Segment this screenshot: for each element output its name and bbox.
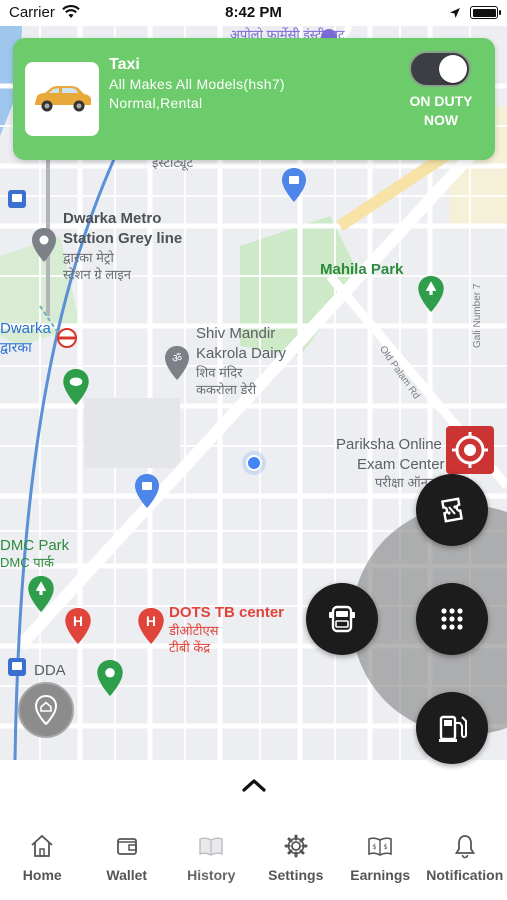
vehicle-type: Taxi <box>109 56 140 73</box>
tab-home[interactable]: Home <box>0 822 85 900</box>
home-pin-icon <box>34 695 58 725</box>
fuel-button[interactable] <box>416 692 488 764</box>
map-label-dmc-park-hi: DMC पार्क <box>0 555 54 570</box>
gear-icon <box>282 832 310 860</box>
bottom-tab-bar: Home Wallet History Settings $ $ Earnings <box>0 822 507 900</box>
tab-history[interactable]: History <box>169 822 254 900</box>
bottom-sheet-handle[interactable] <box>0 760 507 810</box>
location-arrow-icon <box>449 6 461 23</box>
app-screen: Carrier 8:42 PM अपोलो फार्मेसी इंस्टीट्य… <box>0 0 507 900</box>
bus-stop-icon[interactable] <box>8 658 26 676</box>
ticket-icon <box>440 497 464 523</box>
svg-text:H: H <box>73 614 83 629</box>
fuel-station-icon <box>439 715 467 742</box>
tab-settings[interactable]: Settings <box>254 822 339 900</box>
duty-status-card: Taxi All Makes All Models(hsh7) Normal,R… <box>13 38 495 160</box>
bus-stop-icon[interactable] <box>8 190 26 208</box>
duty-status-line1: ON DUTY <box>409 93 473 109</box>
duty-status-text: ON DUTY NOW <box>397 92 485 130</box>
duty-toggle[interactable] <box>409 51 471 87</box>
battery-icon <box>470 6 501 19</box>
bell-icon <box>451 832 479 860</box>
earnings-icon: $ $ <box>366 832 394 860</box>
map-label-shiv-mandir-2: Kakrola Dairy <box>196 345 287 362</box>
status-bar: Carrier 8:42 PM <box>0 0 507 26</box>
recenter-button[interactable] <box>446 426 494 474</box>
place-green-pin-icon[interactable] <box>97 660 123 696</box>
map-label-dwarka-metro-2: Station Grey line <box>63 230 183 247</box>
map-label-dmc-park: DMC Park <box>0 537 70 554</box>
tab-earnings[interactable]: $ $ Earnings <box>338 822 423 900</box>
status-time: 8:42 PM <box>225 4 282 21</box>
tab-label-history: History <box>187 867 236 883</box>
map-label-gali-number: Gali Number 7 <box>472 283 483 348</box>
shopping-pin-icon[interactable] <box>135 474 159 508</box>
map-label-dots-tb-hi-1: डीओटीएस <box>169 623 219 638</box>
svg-text:$: $ <box>373 843 377 851</box>
shopping-pin-icon[interactable] <box>282 168 306 202</box>
map-label-shiv-mandir-hi-1: शिव मंदिर <box>196 365 243 380</box>
map-label-pariksha-2: Exam Center <box>357 456 445 473</box>
tab-label-earnings: Earnings <box>350 867 411 883</box>
car-front-icon <box>329 605 355 633</box>
hospital-pin-icon[interactable]: H <box>65 608 91 644</box>
service-types: Normal,Rental <box>109 95 203 111</box>
vehicle-thumbnail <box>25 62 99 136</box>
wallet-icon <box>113 832 141 860</box>
svg-text:H: H <box>146 614 156 629</box>
taxi-car-icon <box>35 86 91 112</box>
home-location-button[interactable] <box>18 682 74 738</box>
map-label-dots-tb: DOTS TB center <box>169 604 285 621</box>
temple-pin-icon[interactable]: ॐ <box>165 346 189 380</box>
car-button[interactable] <box>306 583 378 655</box>
map-label-dots-tb-hi-2: टीबी केंद्र <box>169 640 211 655</box>
map-label-pariksha-1: Pariksha Online <box>336 436 442 453</box>
tab-notification[interactable]: Notification <box>423 822 507 900</box>
place-pin-icon[interactable] <box>32 228 56 262</box>
menu-grid-button[interactable] <box>416 583 488 655</box>
toggle-knob <box>439 55 467 83</box>
dairy-pin-icon[interactable] <box>63 369 89 405</box>
target-icon <box>452 432 488 468</box>
book-icon <box>197 832 225 860</box>
ticket-button[interactable] <box>416 474 488 546</box>
map-label-shiv-mandir-1: Shiv Mandir <box>196 325 276 342</box>
current-location-dot <box>242 451 266 475</box>
grid-menu-icon <box>441 608 463 630</box>
tab-label-settings: Settings <box>268 867 324 883</box>
map-label-dwarka-metro-hi-1: द्वारका मेट्रो <box>63 250 114 265</box>
map-label-dwarka-metro-hi-2: स्टेशन ग्रे लाइन <box>63 267 131 282</box>
map-label-dwarka-metro-1: Dwarka Metro <box>63 210 162 227</box>
park-pin-icon[interactable] <box>418 276 444 312</box>
svg-text:ॐ: ॐ <box>172 352 182 365</box>
chevron-up-icon <box>241 779 266 792</box>
home-icon <box>28 832 56 860</box>
tab-label-notification: Notification <box>426 867 504 883</box>
tab-wallet[interactable]: Wallet <box>85 822 170 900</box>
duty-status-line2: NOW <box>423 112 459 128</box>
metro-station-icon[interactable] <box>57 328 77 348</box>
map-label-mahila-park: Mahila Park <box>320 261 404 278</box>
park-pin-icon[interactable] <box>28 576 54 612</box>
tab-label-home: Home <box>22 867 62 883</box>
map-label-shiv-mandir-hi-2: ककरोला डेरी <box>196 382 257 397</box>
tab-label-wallet: Wallet <box>106 867 148 883</box>
svg-text:$: $ <box>384 843 388 851</box>
hospital-pin-icon[interactable]: H <box>138 608 164 644</box>
map-label-dwarka-hi: द्वारका <box>0 339 32 355</box>
map-label-dda: DDA <box>34 662 66 679</box>
map-label-dwarka: Dwarka <box>0 320 51 337</box>
vehicle-model: All Makes All Models(hsh7) <box>109 76 285 92</box>
